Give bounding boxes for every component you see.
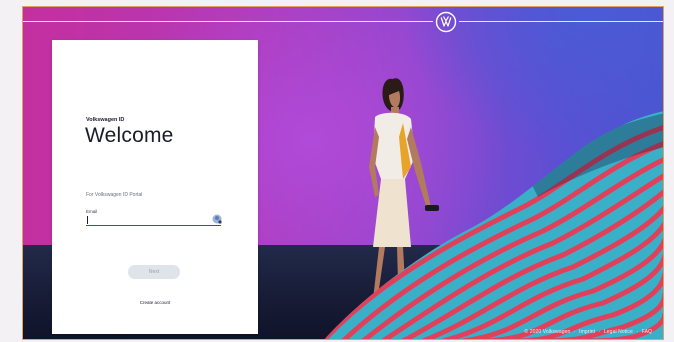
- footer-separator: ·: [598, 329, 601, 335]
- brand-label: Volkswagen ID: [86, 117, 125, 123]
- page: © 2020 Volkswagen · Imprint · Legal Noti…: [0, 0, 674, 342]
- vw-logo-icon[interactable]: [435, 11, 457, 33]
- footer-faq-link[interactable]: FAQ: [642, 329, 652, 335]
- page-title: Welcome: [85, 124, 174, 147]
- text-cursor: [87, 216, 88, 224]
- footer-links: © 2020 Volkswagen · Imprint · Legal Noti…: [523, 329, 653, 335]
- footer-legal-notice-link[interactable]: Legal Notice: [604, 329, 633, 335]
- car-photo: [323, 111, 663, 339]
- footer-imprint-link[interactable]: Imprint: [579, 329, 595, 335]
- next-button[interactable]: Next: [128, 265, 180, 279]
- portal-subtitle: For Volkswagen ID Portal: [86, 192, 143, 198]
- footer-separator: ·: [573, 329, 576, 335]
- footer-separator: ·: [636, 329, 639, 335]
- footer-copyright: © 2020 Volkswagen: [524, 329, 571, 335]
- header-line-right: [459, 21, 663, 22]
- login-card: Volkswagen ID Welcome For Volkswagen ID …: [52, 40, 258, 334]
- header-line-left: [23, 21, 433, 22]
- email-field[interactable]: [86, 214, 221, 226]
- create-account-link[interactable]: Create account: [52, 300, 258, 305]
- autofill-key-icon[interactable]: [212, 214, 222, 224]
